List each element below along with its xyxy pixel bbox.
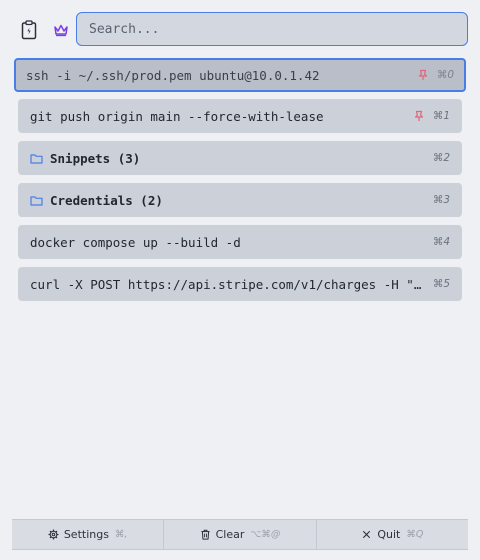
list-item[interactable]: curl -X POST https://api.stripe.com/v1/c… — [18, 267, 462, 301]
shortcut-hint: ⌘2 — [432, 152, 450, 164]
clear-button[interactable]: Clear ⌥⌘@ — [164, 520, 317, 549]
item-label: curl -X POST https://api.stripe.com/v1/c… — [30, 276, 425, 292]
list-item[interactable]: git push origin main --force-with-lease … — [18, 99, 462, 133]
quit-button[interactable]: Quit ⌘Q — [317, 520, 468, 549]
close-icon — [361, 529, 372, 540]
trash-icon — [200, 529, 211, 540]
list-item[interactable]: ssh -i ~/.ssh/prod.pem ubuntu@10.0.1.42 … — [14, 58, 466, 92]
shortcut-hint: ⌘1 — [432, 110, 450, 122]
search-input[interactable] — [76, 12, 468, 46]
folder-icon — [30, 152, 43, 165]
quit-label: Quit — [377, 528, 401, 541]
folder-item-snippets[interactable]: Snippets (3) ⌘2 — [18, 141, 462, 175]
clipboard-manager-window: ssh -i ~/.ssh/prod.pem ubuntu@10.0.1.42 … — [0, 0, 480, 560]
item-label: ssh -i ~/.ssh/prod.pem ubuntu@10.0.1.42 — [26, 67, 320, 83]
item-label: docker compose up --build -d — [30, 234, 241, 250]
clear-shortcut: ⌥⌘@ — [250, 529, 281, 540]
clear-label: Clear — [215, 528, 245, 541]
settings-button[interactable]: Settings ⌘, — [12, 520, 165, 549]
settings-label: Settings — [63, 528, 109, 541]
clipboard-list: ssh -i ~/.ssh/prod.pem ubuntu@10.0.1.42 … — [14, 58, 466, 309]
shortcut-hint: ⌘0 — [436, 69, 454, 81]
pin-icon[interactable] — [417, 69, 429, 81]
gear-icon — [48, 529, 59, 540]
folder-label: Credentials (2) — [50, 192, 163, 208]
settings-shortcut: ⌘, — [114, 529, 128, 540]
shortcut-hint: ⌘3 — [432, 194, 450, 206]
clipboard-icon[interactable] — [16, 16, 42, 44]
crown-icon[interactable] — [48, 16, 74, 44]
folder-icon — [30, 194, 43, 207]
quit-shortcut: ⌘Q — [406, 529, 424, 540]
pin-icon[interactable] — [413, 110, 425, 122]
folder-label: Snippets (3) — [50, 150, 141, 166]
shortcut-hint: ⌘4 — [432, 236, 450, 248]
shortcut-hint: ⌘5 — [432, 278, 450, 290]
list-item[interactable]: docker compose up --build -d ⌘4 — [18, 225, 462, 259]
toolbar — [12, 12, 468, 48]
folder-item-credentials[interactable]: Credentials (2) ⌘3 — [18, 183, 462, 217]
item-label: git push origin main --force-with-lease — [30, 108, 324, 124]
footer-bar: Settings ⌘, Clear ⌥⌘@ Quit ⌘Q — [12, 519, 468, 550]
